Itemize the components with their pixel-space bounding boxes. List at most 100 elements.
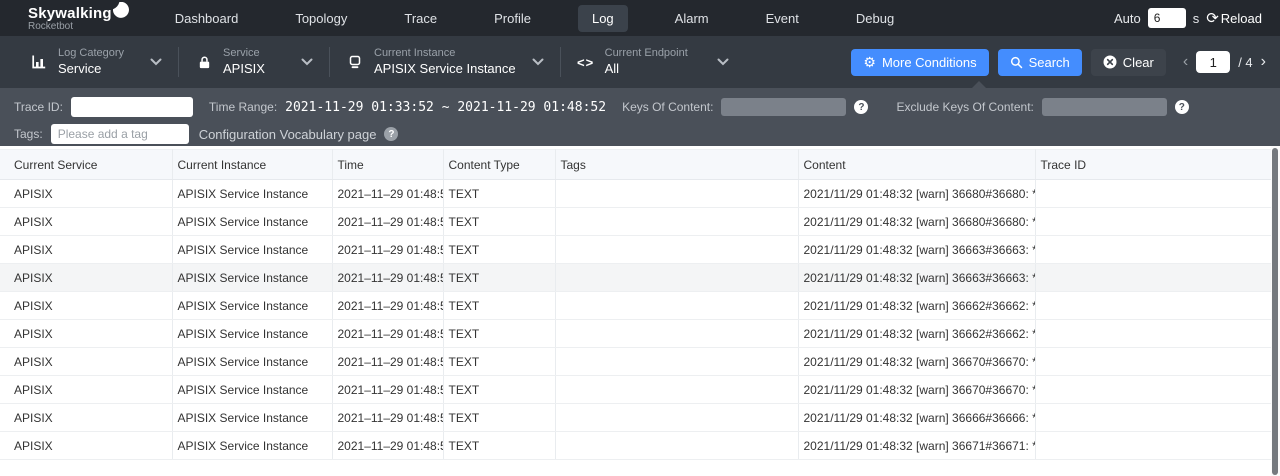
scrollbar-thumb[interactable]: [1272, 148, 1278, 475]
cell-current-service: APISIX: [0, 320, 172, 348]
auto-interval-input[interactable]: [1148, 8, 1186, 28]
pagination: ‹ / 4 ›: [1183, 51, 1266, 73]
selector-value: APISIX Service Instance: [374, 61, 516, 77]
endpoint-icon: <>: [577, 55, 595, 70]
cell-current-service: APISIX: [0, 208, 172, 236]
table-row[interactable]: APISIX APISIX Service Instance 2021–11–2…: [0, 180, 1272, 208]
selector-label: Current Instance: [374, 47, 516, 61]
cell-tags: [555, 348, 798, 376]
trace-id-label: Trace ID:: [14, 100, 63, 114]
table-scrollbar[interactable]: [1271, 146, 1280, 476]
more-conditions-button[interactable]: ⚙ More Conditions: [851, 49, 988, 76]
gear-icon: ⚙: [863, 55, 876, 69]
configuration-vocabulary-link[interactable]: Configuration Vocabulary page: [199, 127, 377, 142]
table-row[interactable]: APISIX APISIX Service Instance 2021–11–2…: [0, 292, 1272, 320]
log-table: Current Service Current Instance Time Co…: [0, 149, 1272, 460]
tags-input[interactable]: [51, 124, 189, 144]
cell-content-type: TEXT: [443, 432, 555, 460]
exclude-keys-help-icon[interactable]: ?: [1175, 100, 1189, 114]
tags-label: Tags:: [14, 127, 43, 141]
auto-label: Auto: [1114, 11, 1141, 26]
col-tags: Tags: [555, 150, 798, 180]
keys-of-content-input[interactable]: [721, 98, 846, 116]
selector-value: Service: [58, 61, 134, 77]
service-selector[interactable]: Service APISIX: [195, 47, 313, 77]
nav-item-log[interactable]: Log: [578, 5, 628, 32]
cell-current-service: APISIX: [0, 292, 172, 320]
keys-help-icon[interactable]: ?: [854, 100, 868, 114]
cell-tags: [555, 404, 798, 432]
cell-tags: [555, 320, 798, 348]
table-row[interactable]: APISIX APISIX Service Instance 2021–11–2…: [0, 376, 1272, 404]
page-total: / 4: [1238, 55, 1252, 70]
cell-content: 2021/11/29 01:48:32 [warn] 36670#36670: …: [798, 348, 1035, 376]
table-row[interactable]: APISIX APISIX Service Instance 2021–11–2…: [0, 432, 1272, 460]
nav-item-label: Profile: [494, 11, 531, 26]
cell-current-instance: APISIX Service Instance: [172, 376, 332, 404]
current-instance-selector[interactable]: Current Instance APISIX Service Instance: [346, 47, 544, 77]
logo-subtitle: Rocketbot: [28, 21, 129, 32]
selector-value: APISIX: [223, 61, 285, 77]
nav-item-label: Dashboard: [175, 11, 239, 26]
cell-trace-id: [1035, 348, 1272, 376]
conditions-row-2: Tags: Configuration Vocabulary page ?: [14, 122, 1266, 146]
divider: [329, 47, 330, 77]
nav-item-dashboard[interactable]: Dashboard: [165, 5, 249, 32]
nav-item-profile[interactable]: Profile: [484, 5, 541, 32]
table-row[interactable]: APISIX APISIX Service Instance 2021–11–2…: [0, 236, 1272, 264]
cell-current-instance: APISIX Service Instance: [172, 292, 332, 320]
clear-icon: [1103, 55, 1117, 69]
cell-time: 2021–11–29 01:48:52: [332, 208, 443, 236]
log-category-selector[interactable]: Log Category Service: [30, 47, 162, 77]
main-nav: Dashboard Topology Trace Profile Log Alarm Eve…: [165, 5, 904, 32]
cell-time: 2021–11–29 01:48:52: [332, 432, 443, 460]
search-label: Search: [1029, 55, 1070, 70]
cell-content-type: TEXT: [443, 236, 555, 264]
app-logo[interactable]: Skywalking Rocketbot: [28, 5, 129, 32]
selector-label: Current Endpoint: [605, 47, 701, 61]
table-header-row: Current Service Current Instance Time Co…: [0, 150, 1272, 180]
page-number-input[interactable]: [1196, 51, 1230, 73]
cell-tags: [555, 376, 798, 404]
col-trace-id: Trace ID: [1035, 150, 1272, 180]
cell-current-instance: APISIX Service Instance: [172, 320, 332, 348]
top-navbar: Skywalking Rocketbot Dashboard Topology Tr…: [0, 0, 1280, 36]
lock-icon: [195, 55, 213, 70]
table-row[interactable]: APISIX APISIX Service Instance 2021–11–2…: [0, 264, 1272, 292]
cell-tags: [555, 208, 798, 236]
table-row[interactable]: APISIX APISIX Service Instance 2021–11–2…: [0, 348, 1272, 376]
cell-current-instance: APISIX Service Instance: [172, 264, 332, 292]
exclude-keys-label: Exclude Keys Of Content:: [896, 100, 1033, 114]
next-page-icon[interactable]: ›: [1261, 54, 1266, 70]
vocabulary-help-icon[interactable]: ?: [384, 127, 398, 141]
table-row[interactable]: APISIX APISIX Service Instance 2021–11–2…: [0, 404, 1272, 432]
log-table-body: APISIX APISIX Service Instance 2021–11–2…: [0, 180, 1272, 460]
time-range-value[interactable]: 2021-11-29 01:33:52 ~ 2021-11-29 01:48:5…: [285, 100, 606, 115]
current-endpoint-selector[interactable]: <> Current Endpoint All: [577, 47, 729, 77]
nav-item-topology[interactable]: Topology: [285, 5, 357, 32]
reload-button[interactable]: ⟳ Reload: [1206, 11, 1262, 26]
cell-current-service: APISIX: [0, 264, 172, 292]
search-button[interactable]: Search: [998, 49, 1082, 76]
nav-item-alarm[interactable]: Alarm: [665, 5, 719, 32]
table-row[interactable]: APISIX APISIX Service Instance 2021–11–2…: [0, 208, 1272, 236]
selector-label: Service: [223, 47, 285, 61]
cell-trace-id: [1035, 264, 1272, 292]
cell-current-instance: APISIX Service Instance: [172, 404, 332, 432]
clear-button[interactable]: Clear: [1091, 49, 1166, 76]
nav-item-debug[interactable]: Debug: [846, 5, 904, 32]
cell-tags: [555, 432, 798, 460]
trace-id-input[interactable]: [71, 97, 193, 117]
toolbar-actions: ⚙ More Conditions Search Clear ‹ / 4 ›: [851, 49, 1266, 76]
reload-icon: ⟳: [1206, 11, 1219, 26]
cell-time: 2021–11–29 01:48:52: [332, 236, 443, 264]
col-content-type: Content Type: [443, 150, 555, 180]
more-conditions-panel: Trace ID: Time Range: 2021-11-29 01:33:5…: [0, 88, 1280, 146]
prev-page-icon[interactable]: ‹: [1183, 54, 1188, 70]
nav-item-trace[interactable]: Trace: [394, 5, 447, 32]
table-row[interactable]: APISIX APISIX Service Instance 2021–11–2…: [0, 320, 1272, 348]
exclude-keys-input[interactable]: [1042, 98, 1167, 116]
cell-trace-id: [1035, 404, 1272, 432]
nav-item-event[interactable]: Event: [756, 5, 809, 32]
cell-tags: [555, 292, 798, 320]
